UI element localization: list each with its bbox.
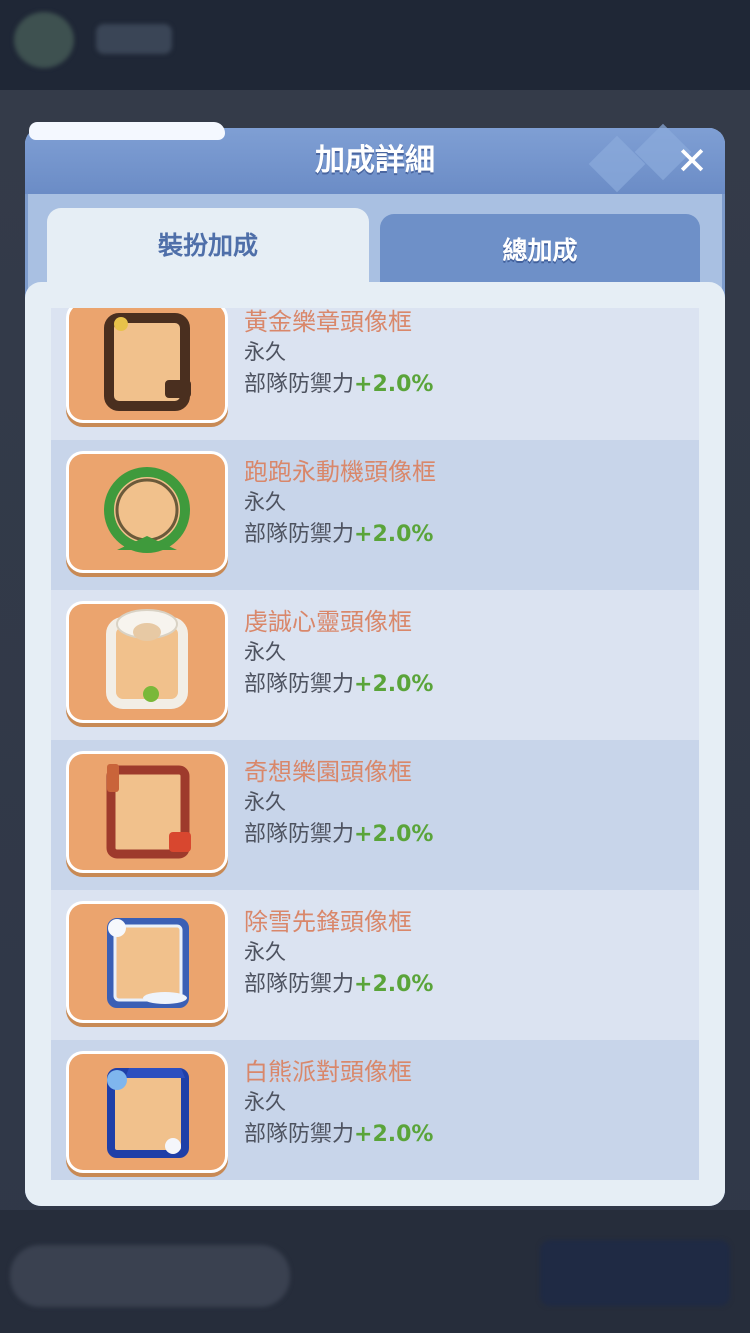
background-player-name (96, 24, 172, 54)
tab-costume-bonus[interactable]: 裝扮加成 (47, 208, 369, 288)
bonus-detail-dialog: 加成詳細 ✕ 裝扮加成 總加成 黃金樂章頭像框 永久 部隊防禦力+2.0% 跑跑… (25, 122, 725, 1206)
background-action-button (540, 1240, 730, 1306)
polar-bear-party-frame-icon (69, 1054, 225, 1170)
sheep-frame-icon (69, 604, 225, 720)
item-duration: 永久 (244, 1090, 286, 1114)
background-avatar (14, 12, 74, 68)
item-name: 黃金樂章頭像框 (244, 308, 412, 336)
stat-value: +2.0% (354, 1122, 434, 1147)
stat-label: 部隊防禦力 (244, 672, 355, 697)
item-name: 除雪先鋒頭像框 (244, 908, 412, 936)
bonus-list-panel: 黃金樂章頭像框 永久 部隊防禦力+2.0% 跑跑永動機頭像框 永久 部隊防禦力+… (25, 282, 725, 1206)
close-button[interactable]: ✕ (671, 140, 713, 182)
item-stat: 部隊防禦力+2.0% (244, 816, 433, 848)
item-name: 白熊派對頭像框 (244, 1058, 412, 1086)
list-item: 虔誠心靈頭像框 永久 部隊防禦力+2.0% (51, 590, 699, 740)
item-stat: 部隊防禦力+2.0% (244, 966, 433, 998)
bonus-list[interactable]: 黃金樂章頭像框 永久 部隊防禦力+2.0% 跑跑永動機頭像框 永久 部隊防禦力+… (51, 308, 699, 1180)
dialog-header: 加成詳細 ✕ (25, 122, 725, 194)
golden-music-frame-icon (69, 308, 225, 420)
item-stat: 部隊防禦力+2.0% (244, 366, 433, 398)
tab-total-bonus[interactable]: 總加成 (380, 214, 700, 284)
item-name: 跑跑永動機頭像框 (244, 458, 436, 486)
list-item: 奇想樂園頭像框 永久 部隊防禦力+2.0% (51, 740, 699, 890)
stat-value: +2.0% (354, 522, 434, 547)
stat-label: 部隊防禦力 (244, 522, 355, 547)
list-item: 跑跑永動機頭像框 永久 部隊防禦力+2.0% (51, 440, 699, 590)
stat-label: 部隊防禦力 (244, 372, 355, 397)
item-stat: 部隊防禦力+2.0% (244, 516, 433, 548)
background-resource-bar (10, 1245, 290, 1307)
list-item: 除雪先鋒頭像框 永久 部隊防禦力+2.0% (51, 890, 699, 1040)
item-duration: 永久 (244, 940, 286, 964)
stat-value: +2.0% (354, 672, 434, 697)
item-duration: 永久 (244, 790, 286, 814)
list-item: 黃金樂章頭像框 永久 部隊防禦力+2.0% (51, 308, 699, 440)
stat-value: +2.0% (354, 822, 434, 847)
hamster-wheel-frame-icon (69, 454, 225, 570)
list-item: 白熊派對頭像框 永久 部隊防禦力+2.0% (51, 1040, 699, 1180)
item-name: 奇想樂園頭像框 (244, 758, 412, 786)
stat-value: +2.0% (354, 972, 434, 997)
item-name: 虔誠心靈頭像框 (244, 608, 412, 636)
item-duration: 永久 (244, 340, 286, 364)
dialog-title: 加成詳細 (315, 143, 435, 178)
item-duration: 永久 (244, 640, 286, 664)
amusement-park-frame-icon (69, 754, 225, 870)
stat-label: 部隊防禦力 (244, 1122, 355, 1147)
stat-label: 部隊防禦力 (244, 822, 355, 847)
item-stat: 部隊防禦力+2.0% (244, 1116, 433, 1148)
item-duration: 永久 (244, 490, 286, 514)
stat-value: +2.0% (354, 372, 434, 397)
item-stat: 部隊防禦力+2.0% (244, 666, 433, 698)
close-icon: ✕ (676, 139, 708, 183)
snow-plow-frame-icon (69, 904, 225, 1020)
stat-label: 部隊防禦力 (244, 972, 355, 997)
